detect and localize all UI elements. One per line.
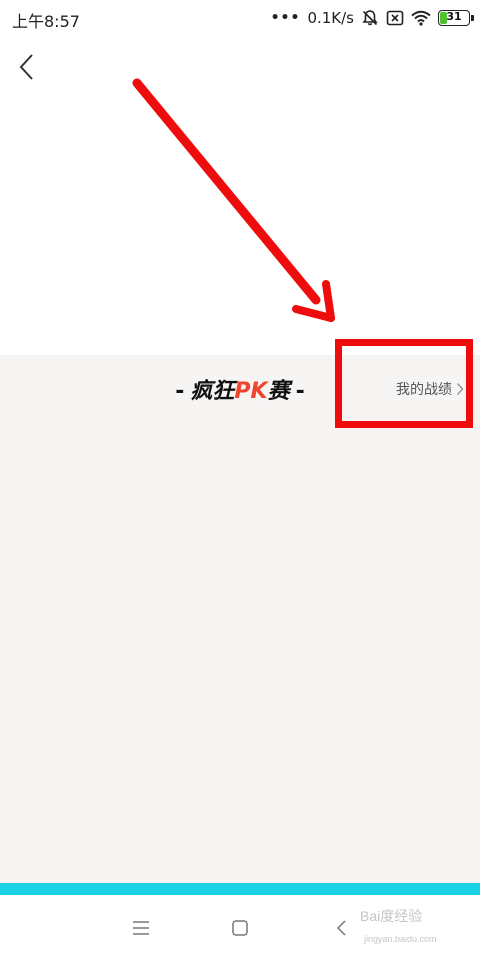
home-square-icon — [232, 920, 248, 936]
nav-back-button[interactable] — [326, 913, 356, 943]
system-nav-bar — [0, 895, 480, 960]
cyan-bar — [0, 883, 480, 895]
watermark: Bai度经验 — [360, 908, 423, 924]
watermark-url: jingyan.baidu.com — [364, 934, 437, 944]
red-arrow-annotation — [132, 78, 335, 322]
nav-back-icon — [336, 920, 346, 936]
highlight-box-annotation — [335, 339, 473, 428]
menu-icon — [133, 921, 149, 935]
nav-menu-button[interactable] — [126, 913, 156, 943]
nav-home-button[interactable] — [225, 913, 255, 943]
